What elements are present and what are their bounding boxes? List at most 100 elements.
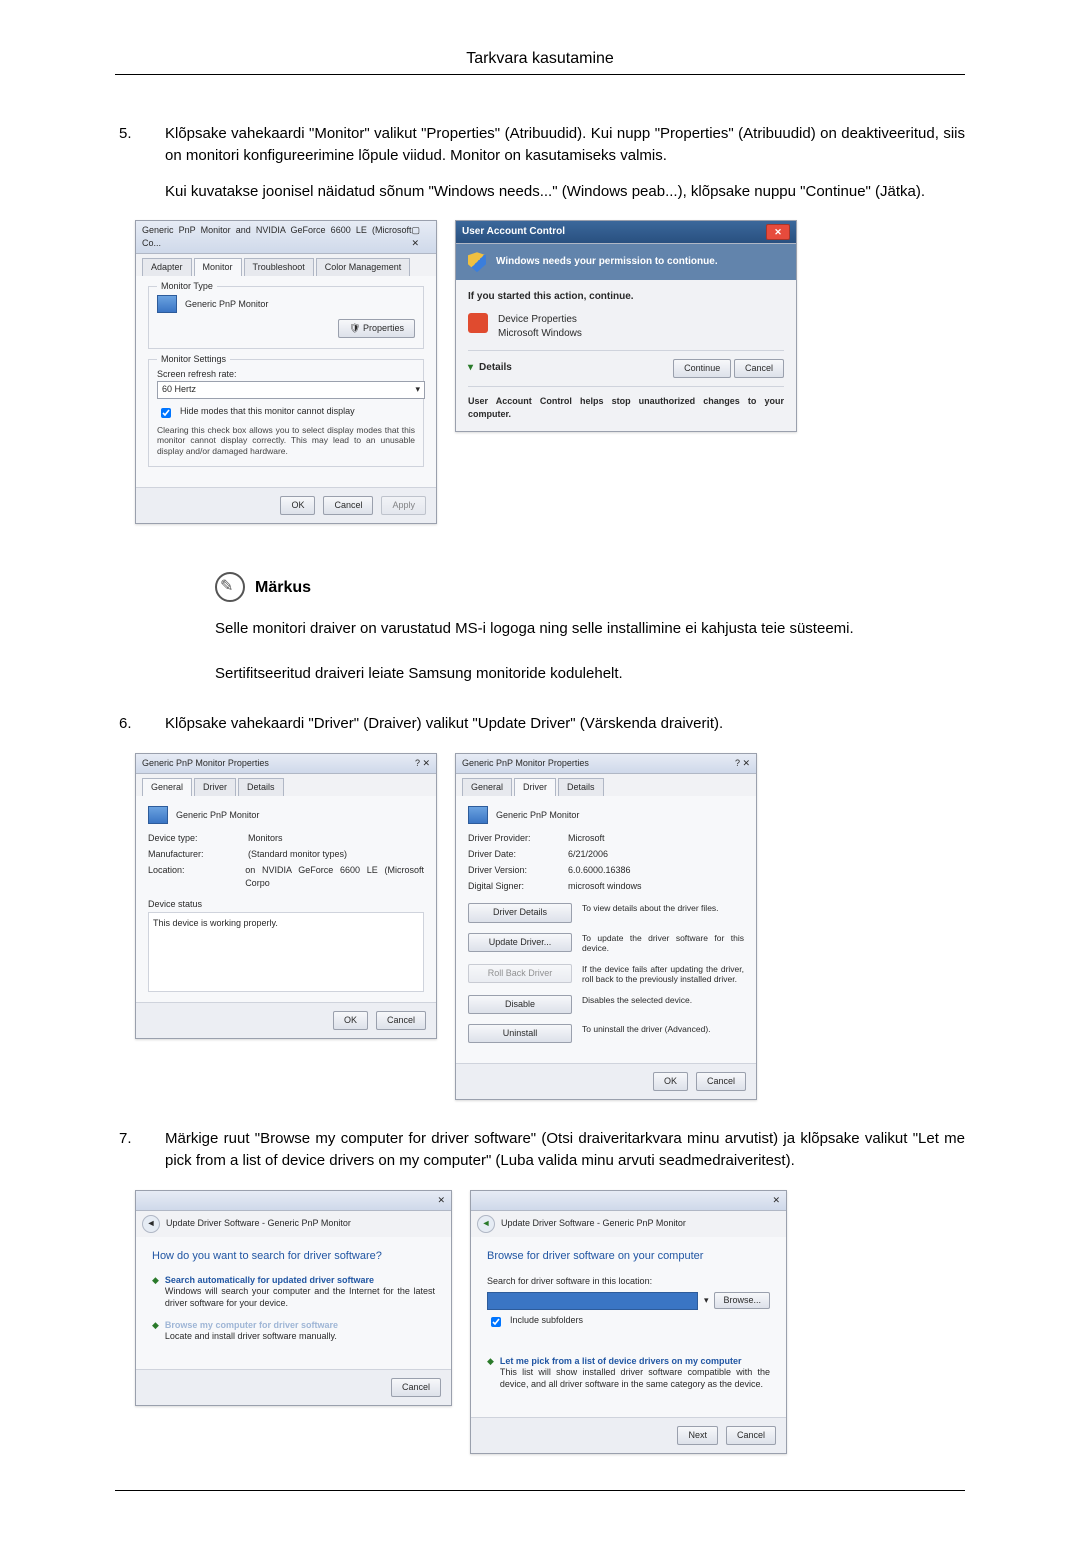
label-digital-signer: Digital Signer: xyxy=(468,880,558,893)
breadcrumb: Update Driver Software - Generic PnP Mon… xyxy=(501,1217,686,1230)
ok-button[interactable]: OK xyxy=(333,1011,368,1030)
step-7: Märkige ruut "Browse my computer for dri… xyxy=(115,1128,965,1454)
value-device-type: Monitors xyxy=(248,832,283,845)
window-title: User Account Control xyxy=(462,225,565,240)
rollback-driver-button[interactable]: Roll Back Driver xyxy=(468,964,572,983)
device-status-text: This device is working properly. xyxy=(153,918,278,928)
rollback-driver-desc: If the device fails after updating the d… xyxy=(582,964,744,985)
tab-general[interactable]: General xyxy=(142,778,192,796)
search-location-input[interactable] xyxy=(487,1292,698,1310)
window-uac: User Account Control ✕ Windows needs you… xyxy=(455,220,797,432)
monitor-icon xyxy=(148,806,168,824)
window-sysbuttons[interactable]: ▢ ✕ xyxy=(411,224,430,250)
browse-button[interactable]: Browse... xyxy=(714,1292,770,1309)
uac-details-label[interactable]: Details xyxy=(479,361,512,376)
label-location: Location: xyxy=(148,864,235,890)
tab-driver[interactable]: Driver xyxy=(194,778,236,796)
tab-adapter[interactable]: Adapter xyxy=(142,258,192,276)
update-driver-desc: To update the driver software for this d… xyxy=(582,933,744,954)
window-update-driver-search: ✕ ◄ Update Driver Software - Generic PnP… xyxy=(135,1190,452,1406)
uac-ms-windows: Microsoft Windows xyxy=(498,327,582,342)
window-monitor-properties-driver: Generic PnP Monitor Properties ? ✕ Gener… xyxy=(455,753,757,1100)
cancel-button[interactable]: Cancel xyxy=(376,1011,426,1030)
monitor-icon xyxy=(468,806,488,824)
option-browse-computer[interactable]: ◆ Browse my computer for driver software… xyxy=(152,1320,435,1343)
chevron-down-icon[interactable]: ▾ xyxy=(704,1294,709,1307)
option-browse-computer-desc: Locate and install driver software manua… xyxy=(165,1331,338,1343)
include-subfolders-checkbox[interactable] xyxy=(491,1317,501,1327)
window-title: Generic PnP Monitor Properties xyxy=(142,757,269,770)
wizard-heading: Browse for driver software on your compu… xyxy=(487,1249,770,1265)
value-driver-date: 6/21/2006 xyxy=(568,848,608,861)
device-icon xyxy=(468,313,488,333)
option-search-auto-title: Search automatically for updated driver … xyxy=(165,1275,435,1287)
titlebar: Generic PnP Monitor Properties ? ✕ xyxy=(456,754,756,774)
note-title: Märkus xyxy=(255,576,311,599)
cancel-button[interactable]: Cancel xyxy=(323,496,373,515)
uninstall-desc: To uninstall the driver (Advanced). xyxy=(582,1024,711,1035)
cancel-button[interactable]: Cancel xyxy=(696,1072,746,1091)
include-subfolders-label: Include subfolders xyxy=(510,1314,583,1330)
label-driver-date: Driver Date: xyxy=(468,848,558,861)
device-status-label: Device status xyxy=(148,898,424,911)
back-icon[interactable]: ◄ xyxy=(142,1215,160,1233)
apply-button[interactable]: Apply xyxy=(381,496,426,515)
tab-monitor[interactable]: Monitor xyxy=(194,258,242,276)
properties-button[interactable]: 🛡 Properties xyxy=(338,319,415,338)
cancel-button[interactable]: Cancel xyxy=(391,1378,441,1397)
window-title: Generic PnP Monitor Properties xyxy=(462,757,589,770)
window-sysbuttons[interactable]: ✕ xyxy=(772,1194,780,1207)
driver-details-button[interactable]: Driver Details xyxy=(468,903,572,922)
cancel-button[interactable]: Cancel xyxy=(734,359,784,378)
window-sysbuttons[interactable]: ? ✕ xyxy=(415,757,430,770)
option-let-me-pick-desc: This list will show installed driver sof… xyxy=(500,1367,770,1390)
tab-troubleshoot[interactable]: Troubleshoot xyxy=(244,258,314,276)
titlebar: ✕ xyxy=(136,1191,451,1211)
uac-footer-note: User Account Control helps stop unauthor… xyxy=(468,386,784,421)
cancel-button[interactable]: Cancel xyxy=(726,1426,776,1445)
continue-button[interactable]: Continue xyxy=(673,359,731,378)
option-search-auto[interactable]: ◆ Search automatically for updated drive… xyxy=(152,1275,435,1310)
hide-modes-checkbox[interactable] xyxy=(161,408,171,418)
uac-banner-text: Windows needs your permission to contion… xyxy=(496,255,718,270)
label-driver-version: Driver Version: xyxy=(468,864,558,877)
note-p1: Selle monitori draiver on varustatud MS-… xyxy=(215,618,965,641)
device-status-box: This device is working properly. xyxy=(148,912,424,992)
chevron-down-icon[interactable]: ▾ xyxy=(468,361,473,376)
shield-icon xyxy=(468,252,486,272)
close-icon[interactable]: ✕ xyxy=(766,224,790,240)
step7-text: Märkige ruut "Browse my computer for dri… xyxy=(165,1130,965,1169)
ok-button[interactable]: OK xyxy=(280,496,315,515)
option-let-me-pick[interactable]: ◆ Let me pick from a list of device driv… xyxy=(487,1356,770,1391)
uac-device-properties: Device Properties xyxy=(498,313,582,328)
disable-button[interactable]: Disable xyxy=(468,995,572,1014)
value-digital-signer: microsoft windows xyxy=(568,880,642,893)
update-driver-button[interactable]: Update Driver... xyxy=(468,933,572,952)
uac-if-started: If you started this action, continue. xyxy=(468,290,784,305)
monitor-name: Generic PnP Monitor xyxy=(176,809,259,822)
step-6: Klõpsake vahekaardi "Driver" (Draiver) v… xyxy=(115,713,965,1100)
ok-button[interactable]: OK xyxy=(653,1072,688,1091)
titlebar: User Account Control ✕ xyxy=(456,221,796,244)
next-button[interactable]: Next xyxy=(677,1426,718,1445)
search-location-label: Search for driver software in this locat… xyxy=(487,1275,770,1288)
window-monitor-properties-general: Generic PnP Monitor Properties ? ✕ Gener… xyxy=(135,753,437,1038)
refresh-rate-select[interactable]: 60 Hertz ▾ xyxy=(157,381,425,398)
titlebar: ✕ xyxy=(471,1191,786,1211)
value-driver-provider: Microsoft xyxy=(568,832,605,845)
tab-color-management[interactable]: Color Management xyxy=(316,258,411,276)
hide-modes-label: Hide modes that this monitor cannot disp… xyxy=(180,405,355,421)
value-manufacturer: (Standard monitor types) xyxy=(248,848,347,861)
window-sysbuttons[interactable]: ? ✕ xyxy=(735,757,750,770)
window-sysbuttons[interactable]: ✕ xyxy=(437,1194,445,1207)
step6-text: Klõpsake vahekaardi "Driver" (Draiver) v… xyxy=(165,715,723,732)
tab-general[interactable]: General xyxy=(462,778,512,796)
tab-details[interactable]: Details xyxy=(238,778,284,796)
monitor-icon xyxy=(157,295,177,313)
tab-details[interactable]: Details xyxy=(558,778,604,796)
step-5: Klõpsake vahekaardi "Monitor" valikut "P… xyxy=(115,123,965,685)
label-manufacturer: Manufacturer: xyxy=(148,848,238,861)
back-icon[interactable]: ◄ xyxy=(477,1215,495,1233)
uninstall-button[interactable]: Uninstall xyxy=(468,1024,572,1043)
tab-driver[interactable]: Driver xyxy=(514,778,556,796)
